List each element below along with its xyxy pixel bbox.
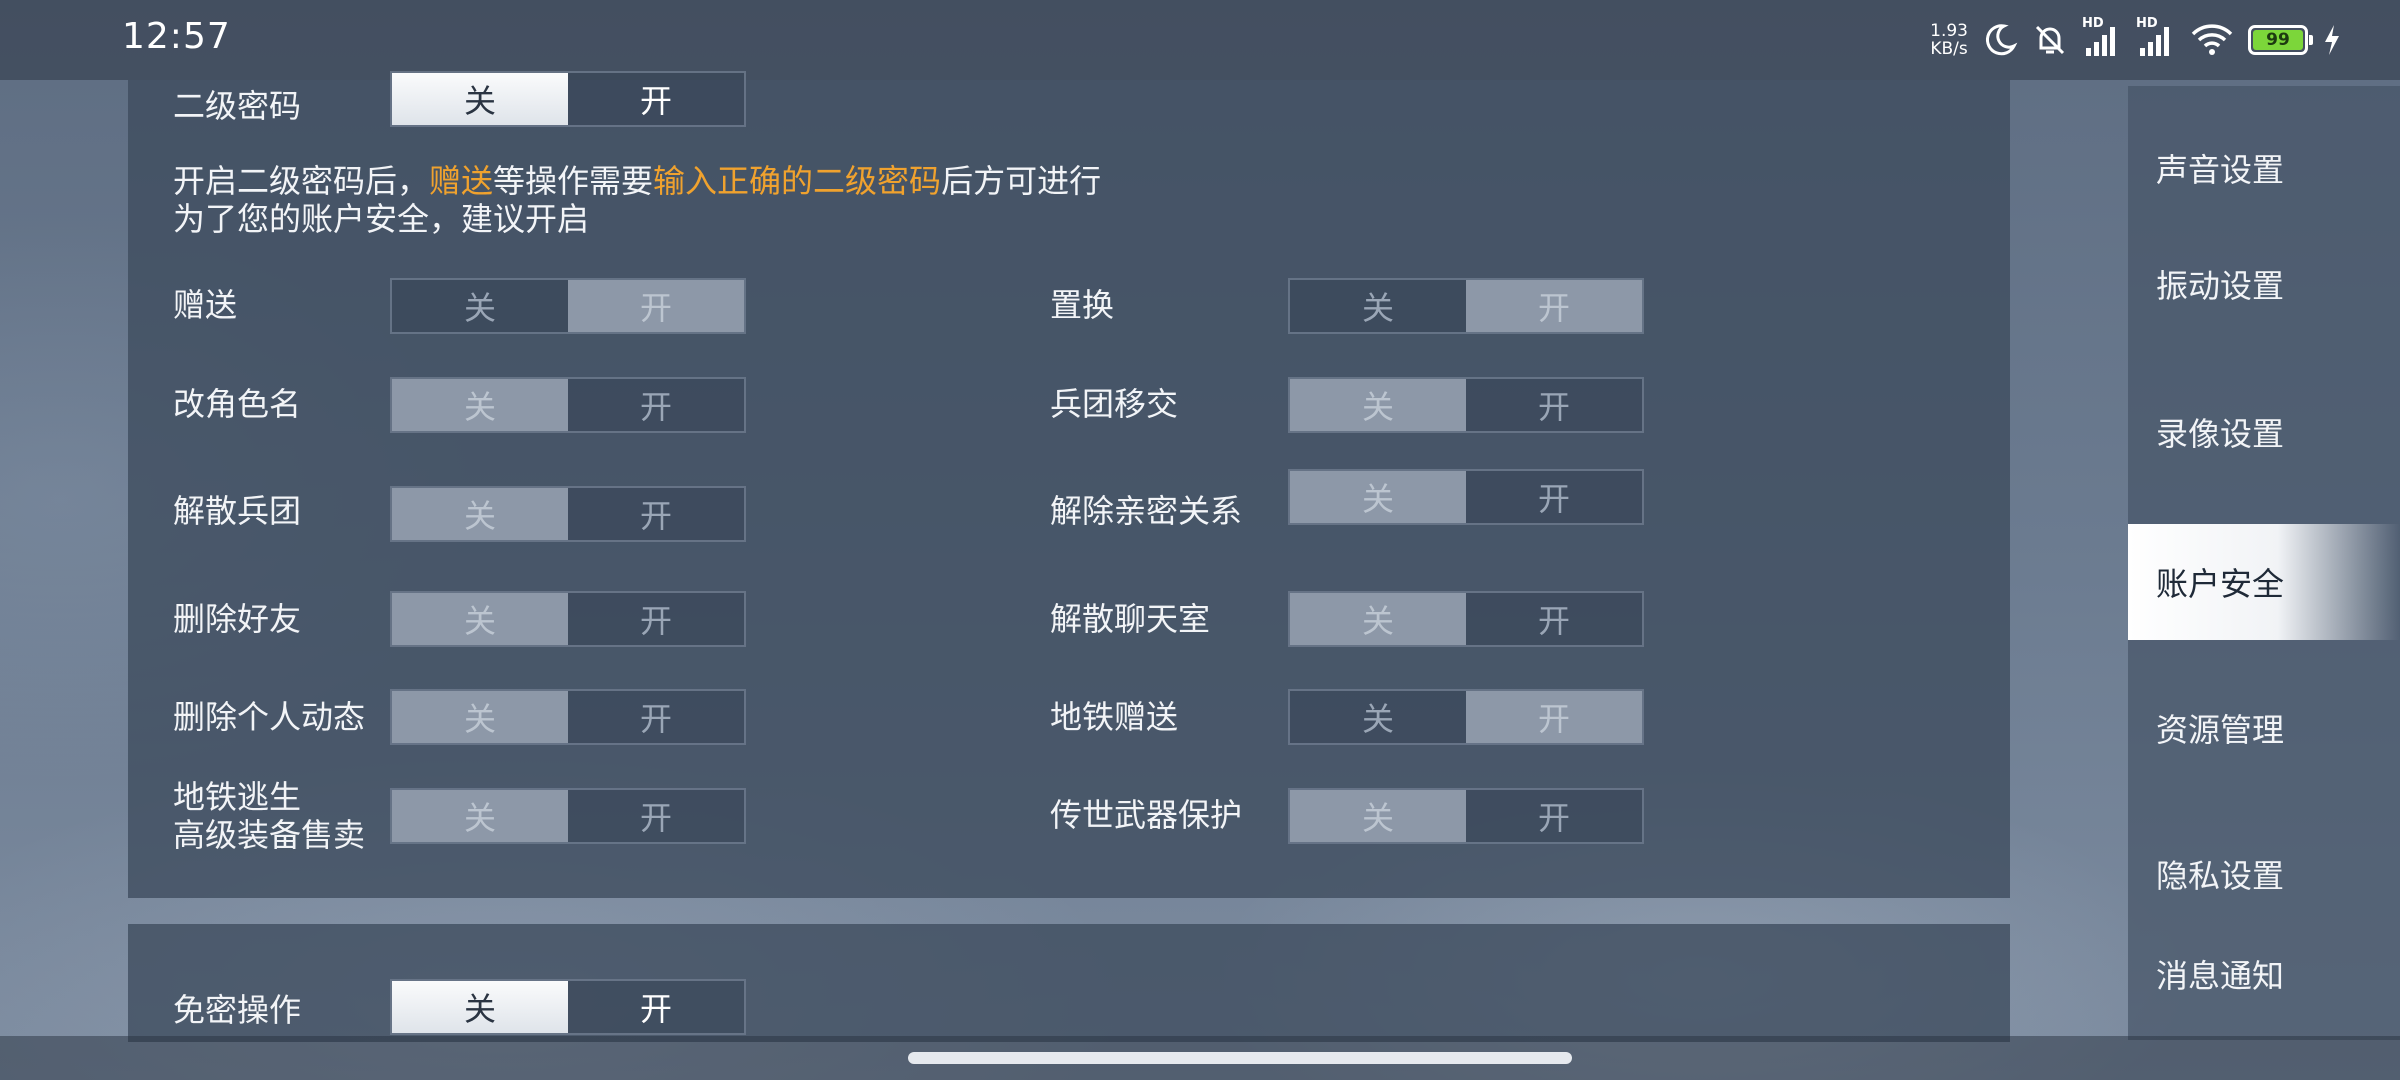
status-bar: 12:57 1.93 KB/s HD HD 99 [0,0,2400,80]
delete-moments-toggle[interactable]: 关 开 [390,689,746,745]
delete-friend-label: 删除好友 [173,600,302,638]
toggle-on[interactable]: 开 [568,593,744,645]
network-speed-unit: KB/s [1930,39,1968,59]
toggle-on[interactable]: 开 [1466,691,1642,743]
sidebar-item-recording[interactable]: 录像设置 [2128,374,2400,490]
wifi-icon [2190,22,2234,58]
disband-legion-label: 解散兵团 [173,492,302,530]
gift-toggle[interactable]: 关 开 [390,278,746,334]
toggle-off[interactable]: 关 [1290,790,1466,842]
toggle-on[interactable]: 开 [568,981,744,1033]
bell-off-icon [2032,22,2068,58]
metro-gift-label: 地铁赠送 [1050,698,1179,736]
delete-friend-toggle[interactable]: 关 开 [390,591,746,647]
legion-transfer-label: 兵团移交 [1050,385,1179,423]
rename-toggle[interactable]: 关 开 [390,377,746,433]
toggle-off[interactable]: 关 [392,73,568,125]
home-indicator[interactable] [908,1052,1572,1064]
toggle-off[interactable]: 关 [392,488,568,540]
secondary-password-description: 开启二级密码后，赠送等操作需要输入正确的二级密码后方可进行 为了您的账户安全，建… [173,162,1101,238]
toggle-on[interactable]: 开 [1466,379,1642,431]
legendary-weapon-label: 传世武器保护 [1050,796,1243,834]
metro-gift-toggle[interactable]: 关 开 [1288,689,1644,745]
remove-intimacy-toggle[interactable]: 关 开 [1288,469,1644,525]
description-line-2: 为了您的账户安全，建议开启 [173,200,590,238]
toggle-on[interactable]: 开 [568,379,744,431]
battery-level: 99 [2266,30,2290,50]
legendary-weapon-toggle[interactable]: 关 开 [1288,788,1644,844]
replace-label: 置换 [1050,286,1115,324]
secondary-password-label: 二级密码 [173,87,302,125]
description-line-1: 开启二级密码后，赠送等操作需要输入正确的二级密码后方可进行 [173,162,1102,200]
remove-intimacy-label: 解除亲密关系 [1050,492,1243,530]
password-free-label: 免密操作 [173,991,302,1029]
signal-hd-label: HD [2082,16,2104,31]
toggle-on[interactable]: 开 [1466,593,1642,645]
disband-chatroom-toggle[interactable]: 关 开 [1288,591,1644,647]
sidebar-item-privacy[interactable]: 隐私设置 [2128,816,2400,932]
metro-sell-label-line-2: 高级装备售卖 [173,816,366,854]
disband-chatroom-label: 解散聊天室 [1050,600,1211,638]
toggle-off[interactable]: 关 [392,379,568,431]
toggle-off[interactable]: 关 [1290,471,1466,523]
toggle-on[interactable]: 开 [1466,471,1642,523]
toggle-off[interactable]: 关 [392,280,568,332]
toggle-on[interactable]: 开 [568,280,744,332]
network-speed-value: 1.93 [1930,21,1968,41]
toggle-on[interactable]: 开 [568,790,744,842]
highlight-gift: 赠送 [429,162,494,200]
moon-icon [1982,22,2018,58]
sidebar-item-resources[interactable]: 资源管理 [2128,670,2400,786]
sidebar-item-sound[interactable]: 声音设置 [2128,110,2400,226]
delete-moments-label: 删除个人动态 [173,698,366,736]
toggle-on[interactable]: 开 [568,691,744,743]
metro-sell-label: 地铁逃生 高级装备售卖 [173,778,365,854]
toggle-on[interactable]: 开 [1466,790,1642,842]
toggle-on[interactable]: 开 [1466,280,1642,332]
signal-hd-label: HD [2136,16,2158,31]
replace-toggle[interactable]: 关 开 [1288,278,1644,334]
toggle-off[interactable]: 关 [1290,593,1466,645]
toggle-off[interactable]: 关 [392,981,568,1033]
sidebar-item-account-security[interactable]: 账户安全 [2128,524,2400,640]
secondary-password-toggle[interactable]: 关 开 [390,71,746,127]
toggle-off[interactable]: 关 [1290,280,1466,332]
toggle-off[interactable]: 关 [392,790,568,842]
toggle-off[interactable]: 关 [1290,379,1466,431]
status-icons: 1.93 KB/s HD HD 99 [1930,16,2342,64]
disband-legion-toggle[interactable]: 关 开 [390,486,746,542]
highlight-password: 输入正确的二级密码 [653,162,942,200]
toggle-on[interactable]: 开 [568,488,744,540]
signal-icon: HD [2136,16,2176,58]
toggle-on[interactable]: 开 [568,73,744,125]
rename-label: 改角色名 [173,385,302,423]
metro-sell-label-line-1: 地铁逃生 [173,778,302,816]
gift-label: 赠送 [173,286,238,324]
clock: 12:57 [122,16,231,57]
sidebar-item-vibration[interactable]: 振动设置 [2128,226,2400,342]
network-speed: 1.93 KB/s [1930,22,1968,58]
signal-icon: HD [2082,16,2122,58]
password-free-toggle[interactable]: 关 开 [390,979,746,1035]
metro-sell-toggle[interactable]: 关 开 [390,788,746,844]
toggle-off[interactable]: 关 [392,593,568,645]
legion-transfer-toggle[interactable]: 关 开 [1288,377,1644,433]
battery-icon: 99 [2248,25,2313,55]
settings-sidebar: 声音设置 振动设置 录像设置 账户安全 资源管理 隐私设置 消息通知 [2128,86,2400,1040]
toggle-off[interactable]: 关 [392,691,568,743]
charging-icon [2322,24,2342,56]
sidebar-item-notifications[interactable]: 消息通知 [2128,924,2400,1024]
toggle-off[interactable]: 关 [1290,691,1466,743]
